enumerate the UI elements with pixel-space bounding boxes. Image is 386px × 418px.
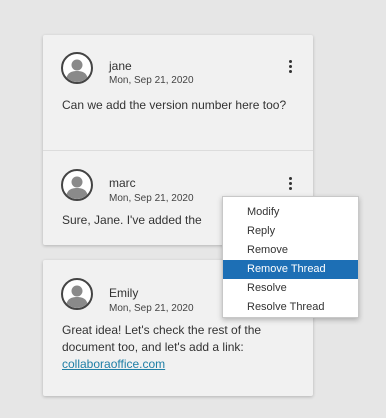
comment-context-menu: Modify Reply Remove Remove Thread Resolv… <box>222 196 359 318</box>
more-options-icon[interactable] <box>283 58 299 74</box>
comment-date: Mon, Sep 21, 2020 <box>109 303 194 314</box>
comment-link[interactable]: collaboraoffice.com <box>62 357 165 371</box>
menu-item-remove-thread[interactable]: Remove Thread <box>223 260 358 279</box>
more-options-icon[interactable] <box>283 175 299 191</box>
comment-jane[interactable]: jane Mon, Sep 21, 2020 Can we add the ve… <box>43 35 313 150</box>
menu-item-modify[interactable]: Modify <box>223 203 358 222</box>
menu-item-resolve[interactable]: Resolve <box>223 279 358 298</box>
comment-text: Can we add the version number here too? <box>62 98 287 112</box>
comment-author: Emily <box>109 286 139 300</box>
comment-author: marc <box>109 176 136 190</box>
comment-author: jane <box>109 59 132 73</box>
menu-item-resolve-thread[interactable]: Resolve Thread <box>223 298 358 317</box>
menu-item-reply[interactable]: Reply <box>223 222 358 241</box>
comment-date: Mon, Sep 21, 2020 <box>109 75 194 86</box>
user-avatar-icon <box>61 52 93 84</box>
comment-text: Great idea! Let's check the rest of the … <box>62 322 298 373</box>
user-avatar-icon <box>61 169 93 201</box>
user-avatar-icon <box>61 278 93 310</box>
menu-item-remove[interactable]: Remove <box>223 241 358 260</box>
comment-date: Mon, Sep 21, 2020 <box>109 193 194 204</box>
comment-text-content: Great idea! Let's check the rest of the … <box>62 323 262 354</box>
